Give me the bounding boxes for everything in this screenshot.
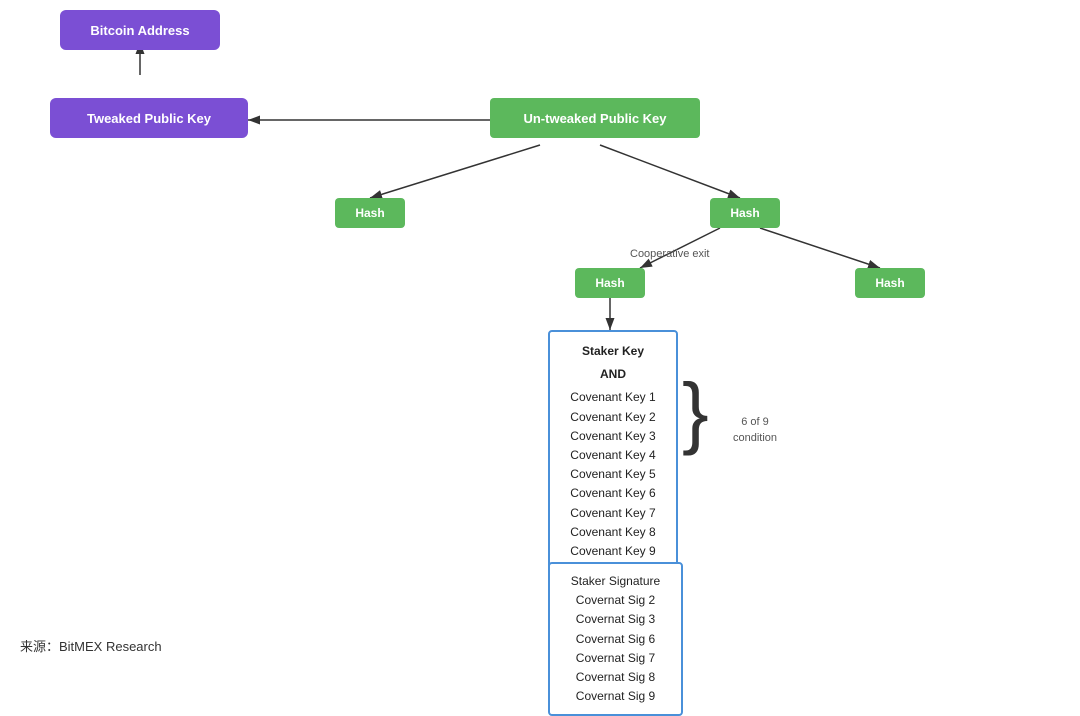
staker-and-label: AND [558,365,668,384]
covenant-key-5: Covenant Key 5 [558,465,668,484]
covenant-key-7: Covenant Key 7 [558,504,668,523]
covenant-keys: Covenant Key 1 Covenant Key 2 Covenant K… [558,388,668,561]
covenant-key-2: Covenant Key 2 [558,408,668,427]
covenant-key-8: Covenant Key 8 [558,523,668,542]
hash-right-left-node: Hash [575,268,645,298]
source-label: 来源：BitMEX Research [20,636,162,655]
hash-right-right-label: Hash [875,276,904,290]
covenant-key-6: Covenant Key 6 [558,484,668,503]
covenant-key-3: Covenant Key 3 [558,427,668,446]
brace-symbol: } [682,372,709,452]
covernat-sig-2: Covernat Sig 2 [558,591,673,610]
untweaked-public-key-node: Un-tweaked Public Key [490,98,700,138]
bitcoin-address-node: Bitcoin Address [60,10,220,50]
hash-right-right-node: Hash [855,268,925,298]
covernat-sig-6: Covernat Sig 6 [558,630,673,649]
diagram-container: Bitcoin Address Tweaked Public Key Un-tw… [0,0,1080,670]
hash-right-node: Hash [710,198,780,228]
covenant-key-1: Covenant Key 1 [558,388,668,407]
hash-right-label: Hash [730,206,759,220]
covernat-sig-3: Covernat Sig 3 [558,610,673,629]
staker-sig: Staker Signature [558,572,673,591]
tweaked-public-key-label: Tweaked Public Key [87,111,211,126]
covernat-sig-9: Covernat Sig 9 [558,687,673,706]
covenant-key-4: Covenant Key 4 [558,446,668,465]
covernat-sig-8: Covernat Sig 8 [558,668,673,687]
bitcoin-address-label: Bitcoin Address [90,23,189,38]
staker-key-title: Staker Key [558,342,668,361]
hash-left-label: Hash [355,206,384,220]
untweaked-public-key-label: Un-tweaked Public Key [523,111,666,126]
covernat-sig-7: Covernat Sig 7 [558,649,673,668]
condition-label: 6 of 9 condition [720,400,790,446]
sig-box: Staker Signature Covernat Sig 2 Covernat… [548,562,683,716]
hash-right-left-label: Hash [595,276,624,290]
hash-left-node: Hash [335,198,405,228]
covenant-key-9: Covenant Key 9 [558,542,668,561]
cooperative-exit-label: Cooperative exit [630,248,710,260]
staker-key-box: Staker Key AND Covenant Key 1 Covenant K… [548,330,678,573]
tweaked-public-key-node: Tweaked Public Key [50,98,248,138]
